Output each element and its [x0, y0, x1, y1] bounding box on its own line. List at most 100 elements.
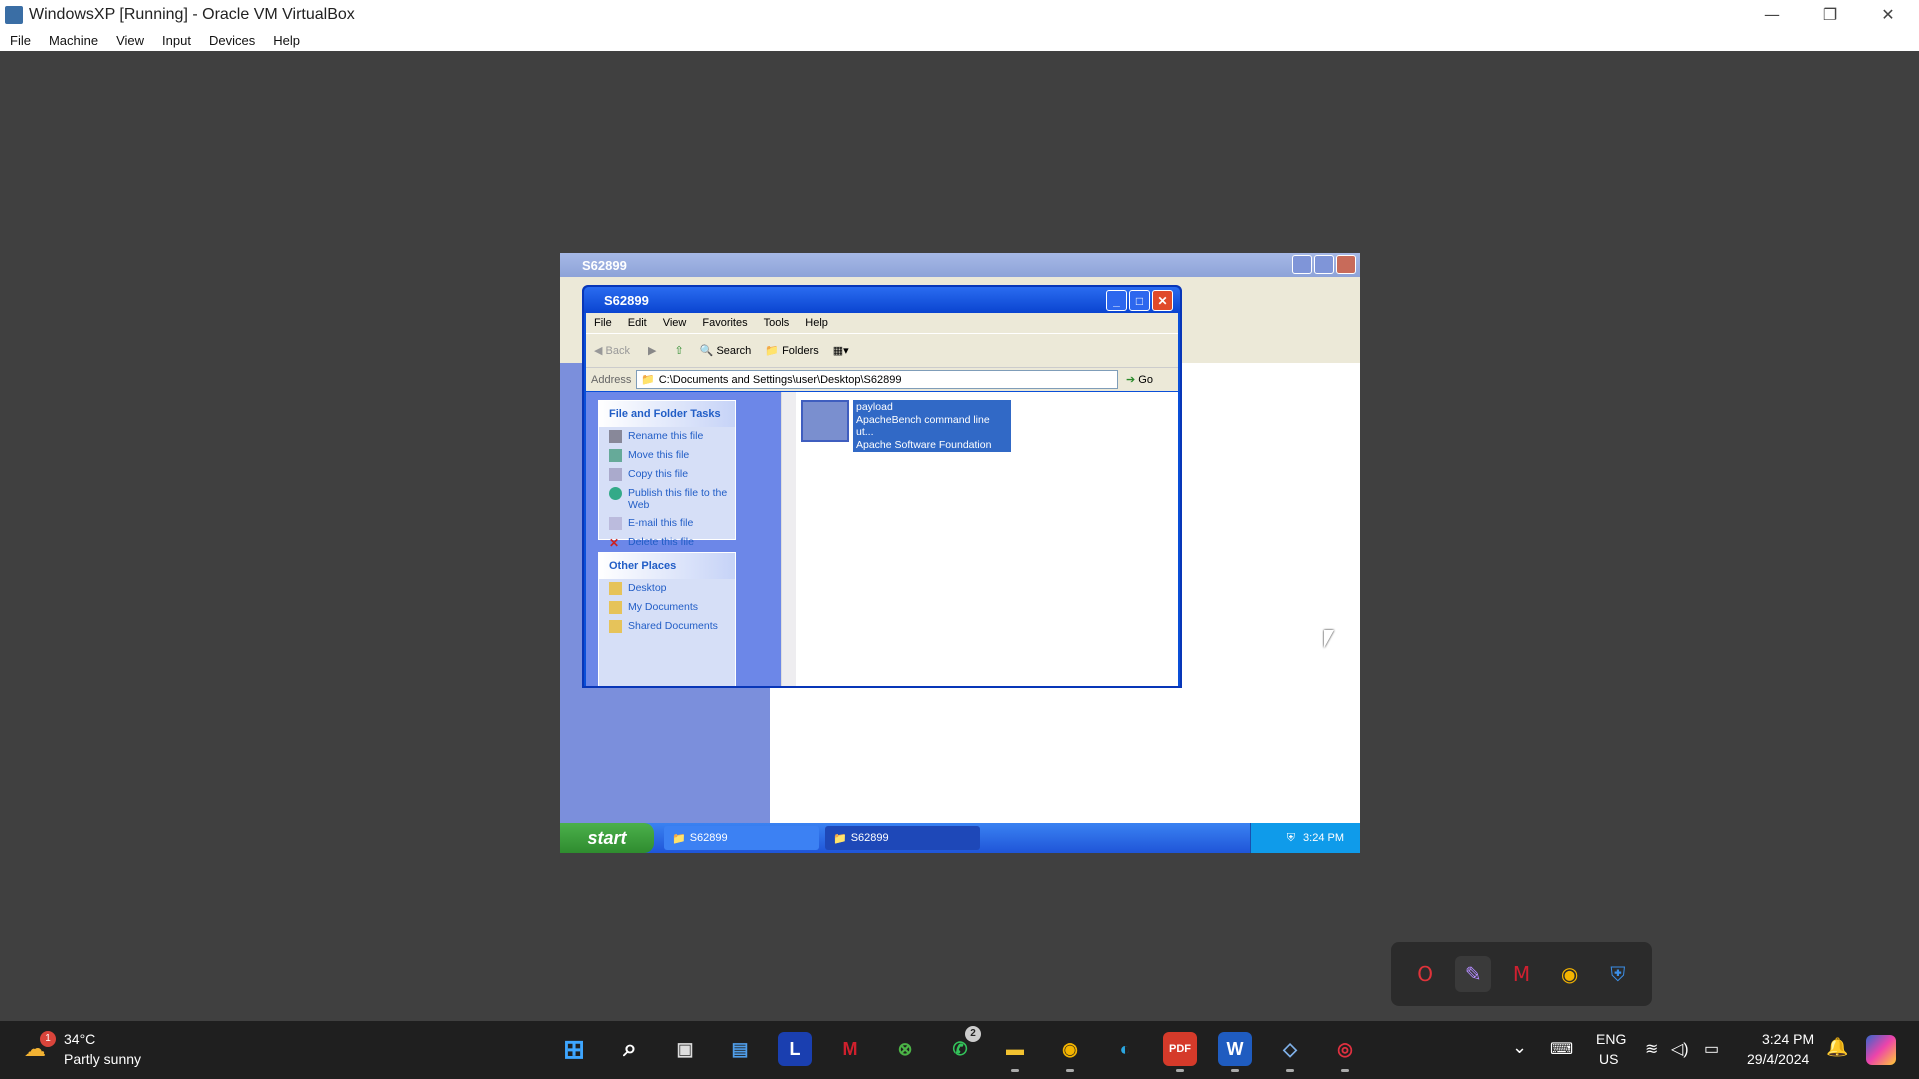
volume-icon[interactable]: ◁): [1671, 1039, 1689, 1059]
my-documents-icon: [609, 601, 622, 614]
lang-line1[interactable]: ENG: [1596, 1031, 1626, 1047]
xp-menu-tools[interactable]: Tools: [764, 317, 790, 329]
xp-taskbar: start 📁 S62899 📁 S62899 ⛨ 3:24 PM: [560, 823, 1360, 853]
chrome-icon[interactable]: ◉: [1552, 956, 1588, 992]
xp-menu-favorites[interactable]: Favorites: [702, 317, 747, 329]
store-icon[interactable]: ▤: [723, 1032, 757, 1066]
address-input[interactable]: 📁 C:\Documents and Settings\user\Desktop…: [636, 370, 1118, 389]
whatsapp-icon[interactable]: ✆ 2: [943, 1026, 981, 1066]
email-icon: [609, 517, 622, 530]
task-pane-scrollbar[interactable]: [781, 392, 796, 686]
edge-icon[interactable]: ◐: [1108, 1032, 1142, 1066]
globe-icon: [609, 487, 622, 500]
file-list[interactable]: payload ApacheBench command line ut... A…: [796, 392, 1178, 686]
l-app-icon[interactable]: L: [778, 1032, 812, 1066]
back-close-button[interactable]: [1336, 255, 1356, 274]
guest-screen[interactable]: S62899 S62899 _ □ ✕ File Edit View Favor…: [560, 253, 1360, 853]
xp-menu-view[interactable]: View: [663, 317, 687, 329]
mcafee-icon[interactable]: M: [1503, 956, 1539, 992]
start-button[interactable]: start: [560, 823, 654, 853]
xp-task-button-1[interactable]: 📁 S62899: [664, 826, 819, 850]
task-pane: File and Folder Tasks Rename this file M…: [586, 392, 781, 686]
keyboard-icon[interactable]: ⌨: [1550, 1039, 1573, 1059]
desktop-folder-icon: [609, 582, 622, 595]
publish-file-link[interactable]: Publish this file to the Web: [599, 484, 735, 514]
close-button[interactable]: ✕: [1859, 0, 1917, 29]
front-window-titlebar[interactable]: S62899 _ □ ✕: [584, 287, 1180, 313]
front-maximize-button[interactable]: □: [1129, 290, 1150, 311]
battery-icon[interactable]: ▭: [1704, 1039, 1719, 1059]
front-menubar: File Edit View Favorites Tools Help: [586, 313, 1178, 333]
copilot-icon[interactable]: [1866, 1035, 1896, 1065]
menu-input[interactable]: Input: [162, 33, 191, 48]
folders-button[interactable]: 📁 Folders: [765, 344, 818, 357]
front-explorer-window[interactable]: S62899 _ □ ✕ File Edit View Favorites To…: [582, 285, 1182, 688]
weather-widget[interactable]: ☁ 1: [22, 1031, 56, 1062]
rename-file-link[interactable]: Rename this file: [599, 427, 735, 446]
front-close-button[interactable]: ✕: [1152, 290, 1173, 311]
opera-icon[interactable]: O: [1407, 956, 1443, 992]
red-app-icon[interactable]: ◎: [1328, 1032, 1362, 1072]
email-file-link[interactable]: E-mail this file: [599, 514, 735, 533]
up-folder-icon[interactable]: ⇧: [674, 344, 683, 357]
taskbar-time[interactable]: 3:24 PM: [1762, 1031, 1814, 1047]
back-window-title: S62899: [582, 257, 627, 273]
views-button[interactable]: ▦▾: [833, 344, 849, 357]
xbox-icon[interactable]: ⊗: [888, 1032, 922, 1066]
move-file-link[interactable]: Move this file: [599, 446, 735, 465]
chrome-taskbar-icon[interactable]: ◉: [1053, 1032, 1087, 1072]
xp-tray-shield-icon[interactable]: ⛨: [1287, 832, 1295, 845]
menu-view[interactable]: View: [116, 33, 144, 48]
my-documents-link[interactable]: My Documents: [599, 598, 735, 617]
whatsapp-badge: 2: [965, 1026, 981, 1042]
word-icon[interactable]: W: [1218, 1032, 1252, 1072]
xp-menu-help[interactable]: Help: [805, 317, 828, 329]
back-minimize-button[interactable]: [1292, 255, 1312, 274]
other-places-panel: Other Places Desktop My Documents Shared…: [598, 552, 736, 686]
xp-task-button-2[interactable]: 📁 S62899: [825, 826, 980, 850]
file-item-payload[interactable]: payload ApacheBench command line ut... A…: [801, 400, 1011, 452]
address-value: C:\Documents and Settings\user\Desktop\S…: [658, 373, 902, 386]
wifi-icon[interactable]: ≋: [1645, 1039, 1658, 1059]
pdf-app-icon[interactable]: PDF: [1163, 1032, 1197, 1072]
search-icon[interactable]: ⌕: [613, 1032, 647, 1066]
virtualbox-taskbar-icon[interactable]: ◇: [1273, 1032, 1307, 1072]
application-icon: [801, 400, 849, 442]
notification-bell-icon[interactable]: 🔔: [1826, 1037, 1848, 1058]
file-explorer-icon[interactable]: ▬: [998, 1032, 1032, 1072]
pen-icon[interactable]: ✎: [1455, 956, 1492, 992]
menu-file[interactable]: File: [10, 33, 31, 48]
minimize-button[interactable]: —: [1743, 0, 1801, 29]
show-hidden-icons-chevron-icon[interactable]: ⌄: [1512, 1037, 1527, 1058]
virtualbox-icon: [5, 5, 23, 24]
restore-button[interactable]: ❐: [1801, 0, 1859, 29]
lang-line2[interactable]: US: [1599, 1051, 1618, 1067]
defender-icon[interactable]: ⛨: [1600, 956, 1636, 992]
other-places-header[interactable]: Other Places: [599, 553, 735, 579]
start-windows-icon[interactable]: ⊞: [557, 1032, 591, 1066]
menu-devices[interactable]: Devices: [209, 33, 255, 48]
address-label: Address: [591, 373, 632, 386]
xp-menu-file[interactable]: File: [594, 317, 612, 329]
search-button[interactable]: 🔍 Search: [700, 344, 752, 357]
desktop-link[interactable]: Desktop: [599, 579, 735, 598]
file-description: ApacheBench command line ut...: [856, 413, 990, 439]
mcafee-taskbar-icon[interactable]: M: [833, 1032, 867, 1066]
xp-menu-edit[interactable]: Edit: [628, 317, 647, 329]
taskbar-date[interactable]: 29/4/2024: [1747, 1051, 1809, 1067]
back-button[interactable]: ◀ Back: [594, 344, 630, 357]
go-button[interactable]: ➔ Go: [1126, 373, 1153, 386]
copy-file-link[interactable]: Copy this file: [599, 465, 735, 484]
menu-machine[interactable]: Machine: [49, 33, 98, 48]
xp-clock: 3:24 PM: [1303, 832, 1344, 844]
weather-temp: 34°C: [64, 1031, 96, 1047]
menu-help[interactable]: Help: [273, 33, 300, 48]
back-maximize-button[interactable]: [1314, 255, 1334, 274]
back-window-titlebar[interactable]: S62899: [560, 253, 1360, 277]
task-view-icon[interactable]: ▣: [668, 1032, 702, 1066]
file-tasks-header[interactable]: File and Folder Tasks: [599, 401, 735, 427]
front-minimize-button[interactable]: _: [1106, 290, 1127, 311]
forward-button[interactable]: ▶: [648, 344, 656, 357]
delete-file-link[interactable]: ✕ Delete this file: [599, 533, 735, 552]
shared-documents-link[interactable]: Shared Documents: [599, 617, 735, 636]
